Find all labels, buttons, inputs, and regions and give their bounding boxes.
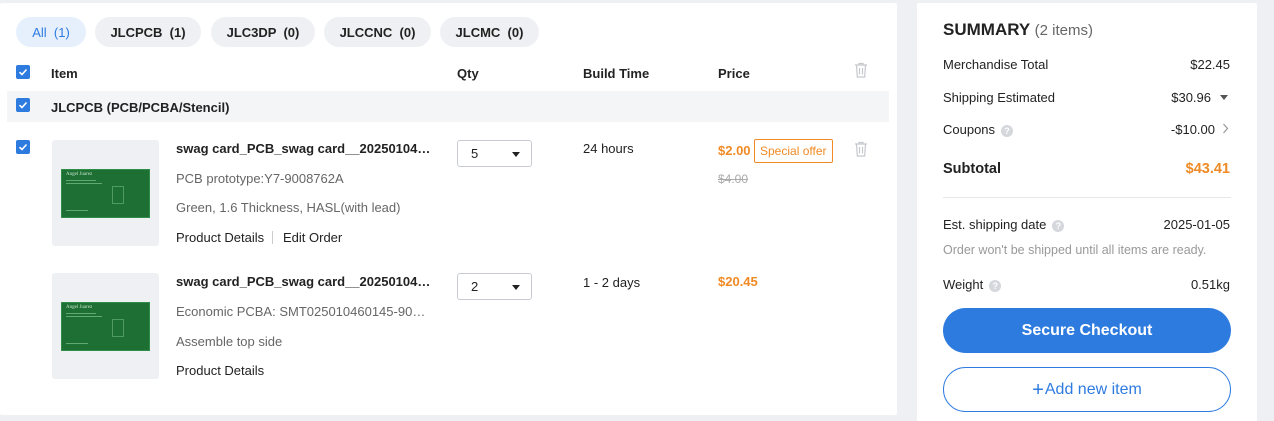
coupons-value[interactable]: -$10.00 [1171, 122, 1215, 137]
tab-jlccnc[interactable]: JLCCNC (0) [324, 17, 431, 47]
build-time: 1 - 2 days [583, 275, 641, 290]
item-price: $20.45 [718, 274, 758, 289]
add-new-item-label: Add new item [1044, 380, 1142, 398]
coupons-label-row: Coupons? [943, 122, 1014, 137]
est-shipping-date-value: 2025-01-05 [1163, 217, 1231, 232]
group-checkbox[interactable] [16, 98, 30, 112]
delete-all-icon[interactable] [854, 62, 868, 78]
secure-checkout-button[interactable]: Secure Checkout [943, 308, 1231, 353]
subtotal-value: $43.41 [1185, 161, 1230, 177]
item-thumbnail[interactable]: Angel Juarez [52, 273, 159, 379]
shipping-value[interactable]: $30.96 [1171, 90, 1211, 105]
chevron-down-icon [512, 152, 520, 157]
item-spec: Economic PCBA: SMT025010460145-9008762A [176, 304, 431, 319]
item-options: Assemble top side [176, 334, 283, 349]
pcb-image: Angel Juarez [61, 168, 150, 218]
special-offer-badge: Special offer [754, 139, 833, 163]
delete-item-icon[interactable] [854, 141, 868, 157]
item-title[interactable]: swag card_PCB_swag card__20250104022700 [176, 141, 431, 156]
est-shipping-date-label-row: Est. shipping date? [943, 217, 1065, 232]
edit-order-link[interactable]: Edit Order [283, 230, 342, 245]
item-thumbnail[interactable]: Angel Juarez [52, 140, 159, 246]
pcb-image: Angel Juarez [61, 301, 150, 351]
product-details-link[interactable]: Product Details [176, 363, 264, 378]
est-shipping-date-label: Est. shipping date [943, 217, 1047, 232]
tab-jlc3dp[interactable]: JLC3DP (0) [211, 17, 315, 47]
weight-label: Weight [943, 277, 984, 292]
help-icon[interactable]: ? [1052, 219, 1065, 232]
quantity-value: 2 [471, 279, 479, 294]
tab-jlcpcb[interactable]: JLCPCB (1) [95, 17, 201, 47]
check-icon [18, 68, 28, 76]
item-checkbox[interactable] [16, 140, 30, 154]
summary-title: SUMMARY (2 items) [943, 20, 1093, 40]
group-label: JLCPCB (PCB/PCBA/Stencil) [51, 100, 230, 115]
help-icon[interactable]: ? [989, 279, 1002, 292]
item-title[interactable]: swag card_PCB_swag card__20250104022700 [176, 274, 431, 289]
tab-all[interactable]: All (1) [16, 17, 86, 47]
shipping-label: Shipping Estimated [943, 90, 1056, 105]
help-icon[interactable]: ? [1001, 124, 1014, 137]
summary-divider [943, 197, 1231, 198]
caret-down-icon[interactable] [1220, 93, 1228, 101]
weight-label-row: Weight? [943, 277, 1002, 292]
check-icon [18, 143, 28, 151]
summary-heading: SUMMARY [943, 20, 1030, 39]
pcb-image-text: Angel Juarez [66, 171, 93, 177]
item-spec: PCB prototype:Y7-9008762A [176, 171, 344, 186]
chevron-right-icon[interactable] [1222, 123, 1229, 134]
tab-jlcmc[interactable]: JLCMC (0) [440, 17, 539, 47]
column-price: Price [718, 66, 750, 81]
link-divider [272, 231, 273, 244]
pcb-image-text: Angel Juarez [66, 304, 93, 310]
quantity-value: 5 [471, 146, 479, 161]
merchandise-total-label: Merchandise Total [943, 57, 1049, 72]
original-price: $4.00 [718, 172, 749, 186]
column-item: Item [51, 66, 78, 81]
item-options: Green, 1.6 Thickness, HASL(with lead) [176, 200, 401, 215]
summary-item-count: (2 items) [1034, 22, 1093, 39]
quantity-select[interactable]: 5 [457, 140, 532, 167]
shipping-note: Order won't be shipped until all items a… [943, 243, 1207, 257]
add-new-item-button[interactable]: + Add new item [943, 367, 1231, 412]
build-time: 24 hours [583, 141, 634, 156]
plus-icon: + [1032, 378, 1044, 401]
quantity-select[interactable]: 2 [457, 273, 532, 300]
column-build-time: Build Time [583, 66, 650, 81]
product-details-link[interactable]: Product Details [176, 230, 264, 245]
subtotal-label: Subtotal [943, 161, 1001, 177]
merchandise-total-value: $22.45 [1190, 57, 1230, 72]
coupons-label: Coupons [943, 122, 996, 137]
check-icon [18, 101, 28, 109]
chevron-down-icon [512, 285, 520, 290]
weight-value: 0.51kg [1190, 277, 1230, 292]
column-qty: Qty [457, 66, 479, 81]
select-all-checkbox[interactable] [16, 65, 30, 79]
item-price: $2.00 [718, 143, 751, 158]
